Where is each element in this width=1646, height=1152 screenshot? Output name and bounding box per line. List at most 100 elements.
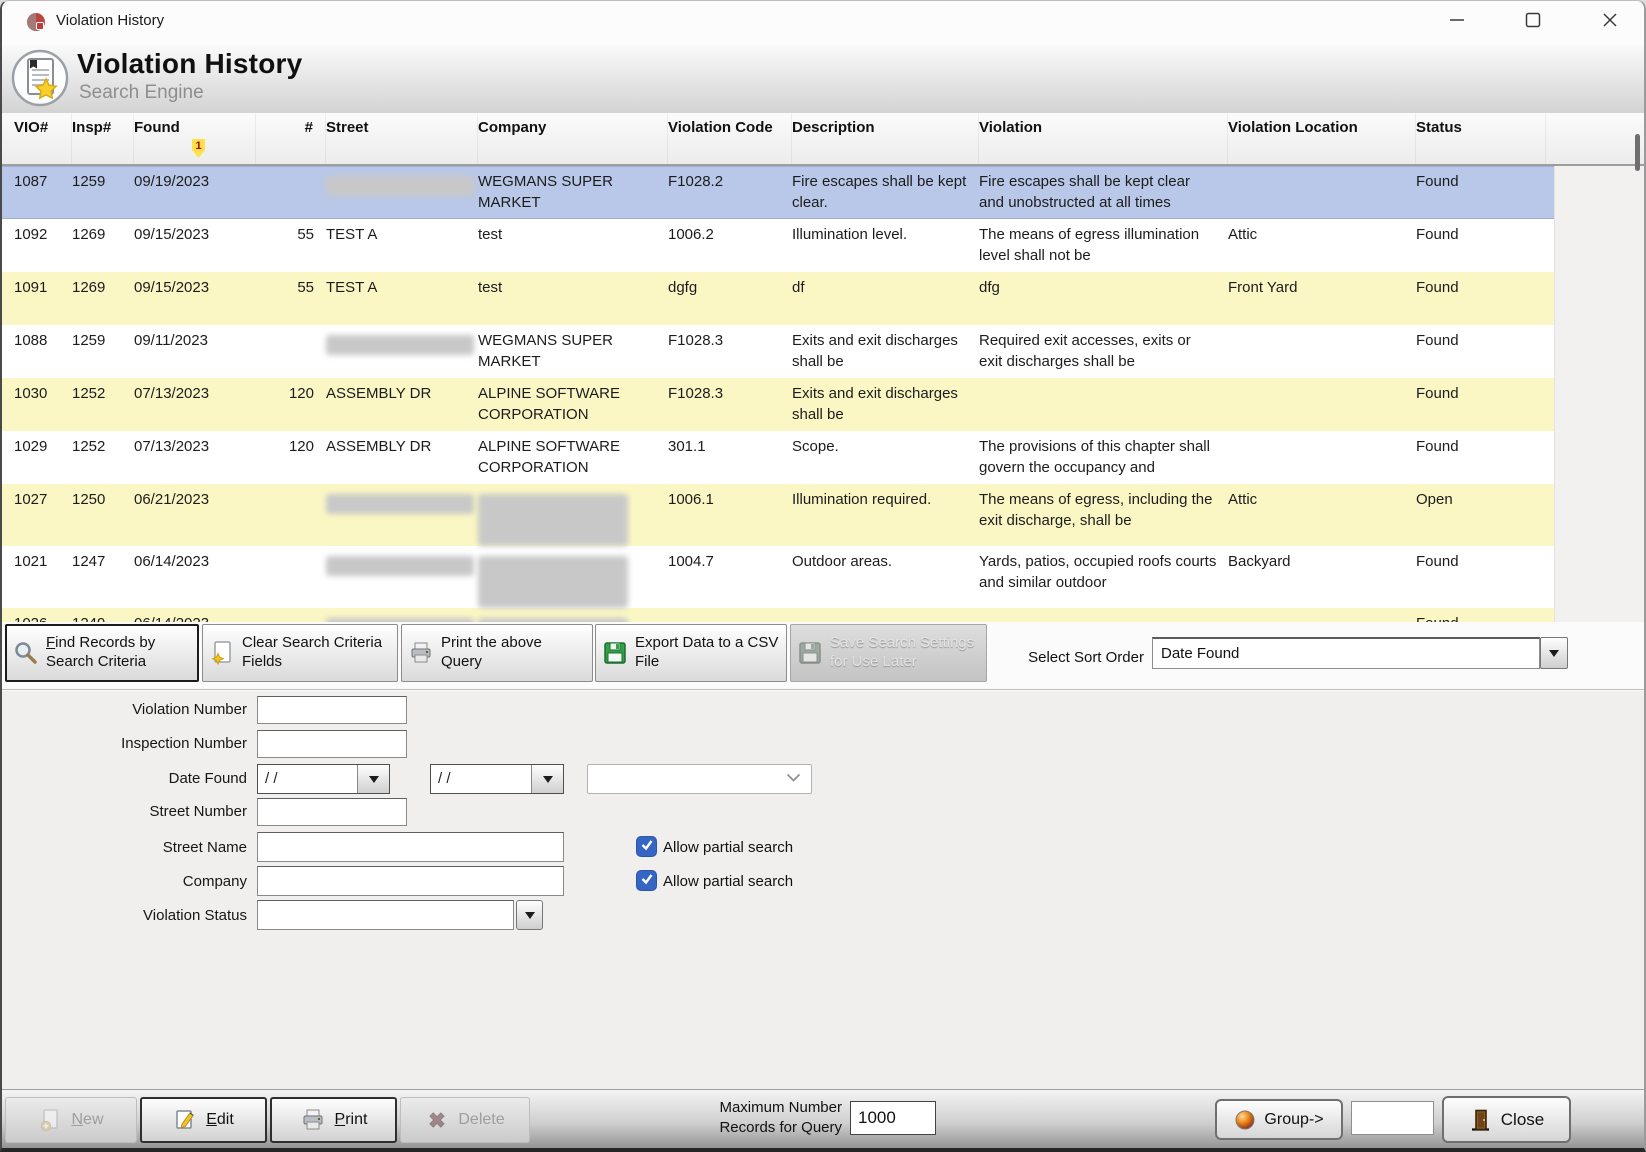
cell-found: 06/21/2023 (134, 484, 256, 546)
print-button[interactable]: Print (270, 1097, 397, 1143)
date-to-dropdown-button[interactable] (531, 765, 563, 793)
cell-insp: 1252 (72, 378, 134, 431)
group-button[interactable]: Group-> (1215, 1099, 1343, 1140)
cell-violation (979, 378, 1228, 431)
company-label: Company (77, 868, 247, 896)
column-header-found[interactable]: Found (134, 113, 256, 164)
date-found-to-picker[interactable]: / / (430, 764, 564, 794)
cell-violation: Yards, patios, occupied roofs courts and… (979, 546, 1228, 608)
street-partial-checkbox[interactable] (636, 836, 657, 857)
violation-status-input[interactable] (257, 900, 514, 930)
sort-order-combobox[interactable]: Date Found (1152, 637, 1540, 669)
cell-status: Found (1416, 608, 1546, 622)
sort-order-dropdown-button[interactable] (1540, 637, 1568, 669)
redacted-street (326, 556, 474, 576)
maximize-button[interactable] (1509, 1, 1557, 44)
column-header-company[interactable]: Company (478, 113, 668, 164)
pencil-icon (173, 1108, 197, 1132)
redacted-company (478, 494, 628, 546)
table-row[interactable]: 1021124706/14/20231004.7Outdoor areas.Ya… (2, 546, 1554, 608)
column-header-vio[interactable]: VIO# (14, 113, 72, 164)
vertical-scrollbar[interactable] (1635, 134, 1640, 171)
cell-violation-location (1228, 608, 1416, 622)
cell-vio: 1092 (14, 219, 72, 272)
export-csv-button[interactable]: Export Data to a CSV File (595, 624, 787, 682)
table-row[interactable]: 1027125006/21/20231006.1Illumination req… (2, 484, 1554, 546)
cell-status: Found (1416, 546, 1546, 608)
company-partial-checkbox[interactable] (636, 870, 657, 891)
column-header-violation-code[interactable]: Violation Code (668, 113, 792, 164)
cell-found: 06/14/2023 (134, 608, 256, 622)
chevron-down-icon (525, 912, 535, 924)
column-header-description[interactable]: Description (792, 113, 979, 164)
cell-street-number: 120 (256, 378, 326, 431)
violation-number-input[interactable] (257, 696, 407, 724)
cell-street-number (256, 325, 326, 378)
cell-street-number: 55 (256, 219, 326, 272)
cell-status: Open (1416, 484, 1546, 546)
max-records-input[interactable] (850, 1101, 936, 1135)
cell-status: Found (1416, 431, 1546, 484)
check-icon (640, 872, 654, 890)
close-window-button[interactable] (1586, 1, 1634, 44)
table-row[interactable]: 1088125909/11/2023WEGMANS SUPER MARKETF1… (2, 325, 1554, 378)
column-header-street[interactable]: Street (326, 113, 478, 164)
cell-violation: Required exit accesses, exits or exit di… (979, 325, 1228, 378)
cell-found: 06/14/2023 (134, 546, 256, 608)
table-row[interactable]: 1030125207/13/2023120ASSEMBLY DRALPINE S… (2, 378, 1554, 431)
table-row[interactable]: 1092126909/15/202355TEST Atest1006.2Illu… (2, 219, 1554, 272)
group-value-box[interactable] (1351, 1101, 1434, 1135)
close-button[interactable]: Close (1442, 1096, 1571, 1143)
violation-status-dropdown-button[interactable] (516, 900, 543, 930)
cell-violation-location (1228, 431, 1416, 484)
table-row[interactable]: 1029125207/13/2023120ASSEMBLY DRALPINE S… (2, 431, 1554, 484)
edit-button[interactable]: Edit (140, 1097, 267, 1143)
street-number-input[interactable] (257, 798, 407, 826)
company-input[interactable] (257, 866, 564, 896)
cell-violation: Fire escapes shall be kept clear and uno… (979, 166, 1228, 219)
table-row[interactable]: 1087125909/19/2023WEGMANS SUPER MARKETF1… (2, 166, 1554, 219)
clear-search-button[interactable]: Clear Search Criteria Fields (202, 624, 398, 682)
export-csv-button-label: Export Data to a CSV File (635, 634, 780, 672)
table-row[interactable]: 1091126909/15/202355TEST AtestdgfgdfdfgF… (2, 272, 1554, 325)
street-name-label: Street Name (77, 834, 247, 862)
inspection-number-input[interactable] (257, 730, 407, 758)
column-header-violation-location[interactable]: Violation Location (1228, 113, 1416, 164)
cell-description (792, 608, 979, 622)
cell-status: Found (1416, 272, 1546, 325)
cell-found: 07/13/2023 (134, 378, 256, 431)
cell-vio: 1087 (14, 166, 72, 219)
find-records-button[interactable]: Find Records by Search Criteria (5, 624, 199, 682)
date-found-from-picker[interactable]: / / (257, 764, 390, 794)
cell-street-number: 120 (256, 431, 326, 484)
chevron-down-icon (1549, 650, 1559, 662)
cell-street-number (256, 608, 326, 622)
cell-description: Illumination level. (792, 219, 979, 272)
table-row[interactable]: 1026124906/14/2023Found (2, 608, 1554, 622)
print-query-button[interactable]: Print the above Query (401, 624, 593, 682)
minimize-button[interactable] (1433, 1, 1481, 44)
street-name-input[interactable] (257, 832, 564, 862)
chevron-down-icon (543, 776, 553, 788)
cell-status: Found (1416, 378, 1546, 431)
table-body: 1087125909/19/2023WEGMANS SUPER MARKETF1… (2, 166, 1554, 622)
column-header-violation[interactable]: Violation (979, 113, 1228, 164)
cell-insp: 1269 (72, 219, 134, 272)
cell-vio: 1030 (14, 378, 72, 431)
cell-violation-location (1228, 166, 1416, 219)
cell-vio: 1027 (14, 484, 72, 546)
cell-violation (979, 608, 1228, 622)
date-from-dropdown-button[interactable] (357, 765, 389, 793)
date-range-select[interactable] (587, 764, 812, 794)
cell-found: 09/19/2023 (134, 166, 256, 219)
cell-street-number (256, 546, 326, 608)
column-header-number[interactable]: # (256, 113, 326, 164)
column-header-insp[interactable]: Insp# (72, 113, 134, 164)
sort-order-label: Select Sort Order (1002, 649, 1144, 666)
maximize-icon (1525, 12, 1541, 33)
cell-description: df (792, 272, 979, 325)
cell-vio: 1091 (14, 272, 72, 325)
cell-violation-code: F1028.2 (668, 166, 792, 219)
magnifier-icon (13, 640, 39, 666)
column-header-status[interactable]: Status (1416, 113, 1546, 164)
